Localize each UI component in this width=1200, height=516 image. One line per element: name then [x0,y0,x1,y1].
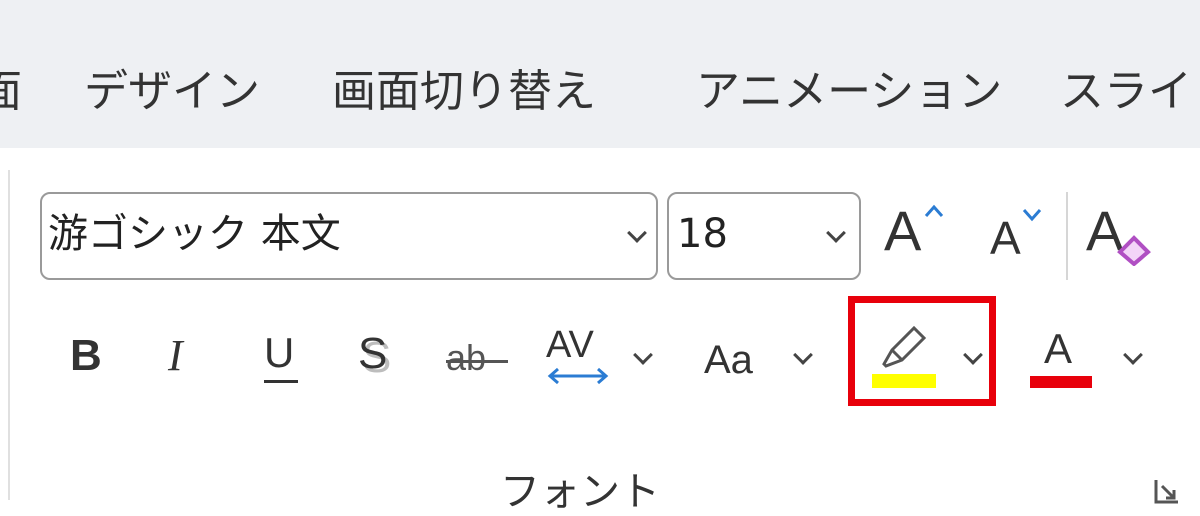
eraser-icon [1117,235,1151,266]
character-spacing-icon: AV [546,324,594,366]
font-color-button[interactable]: A [1030,324,1096,390]
font-color-icon: A [1044,325,1073,372]
ribbon-tab-bar: 面 デザイン 画面切り替え アニメーション スライド [0,0,1200,148]
caret-down-icon [1022,209,1042,222]
bold-icon: B [70,331,102,380]
font-name-combobox[interactable]: 游ゴシック 本文 [40,192,658,280]
double-arrow-icon [547,367,609,385]
strikethrough-icon: ab [446,337,487,378]
font-group-label: フォント [500,469,660,515]
font-size-chevron-down-icon[interactable] [826,223,846,243]
font-size-combobox[interactable]: 18 [667,192,861,280]
tab-slideshow[interactable]: スライド [1060,62,1200,122]
strikethrough-button[interactable]: ab [446,334,510,382]
shrink-font-icon[interactable]: A [990,206,1054,268]
annotation-red-box [848,296,996,406]
change-case-button[interactable]: Aa [704,334,774,386]
tab-design[interactable]: デザイン [84,62,260,122]
italic-icon: I [168,331,183,380]
divider [1066,192,1068,280]
grow-font-icon[interactable]: A [884,196,948,268]
clear-formatting-icon[interactable]: A [1086,196,1158,272]
text-shadow-icon: S [358,329,388,378]
group-separator [8,170,10,500]
font-name-value: 游ゴシック 本文 [48,211,341,257]
text-shadow-button[interactable]: S S [358,326,400,386]
tab-animations[interactable]: アニメーション [696,62,1002,122]
caret-up-icon [924,204,944,217]
dialog-launcher-icon[interactable] [1152,476,1182,506]
underline-icon: U [264,329,295,376]
font-name-chevron-down-icon[interactable] [627,223,647,243]
italic-button[interactable]: I [168,328,204,384]
bold-button[interactable]: B [70,328,110,384]
font-color-bar [1030,376,1092,388]
tab-previous[interactable]: 面 [0,62,22,122]
tab-transitions[interactable]: 画面切り替え [332,62,596,122]
change-case-icon: Aa [704,338,753,382]
underline-button[interactable]: U [262,326,302,386]
character-spacing-button[interactable]: AV [546,322,612,388]
font-size-value: 18 [677,211,728,257]
